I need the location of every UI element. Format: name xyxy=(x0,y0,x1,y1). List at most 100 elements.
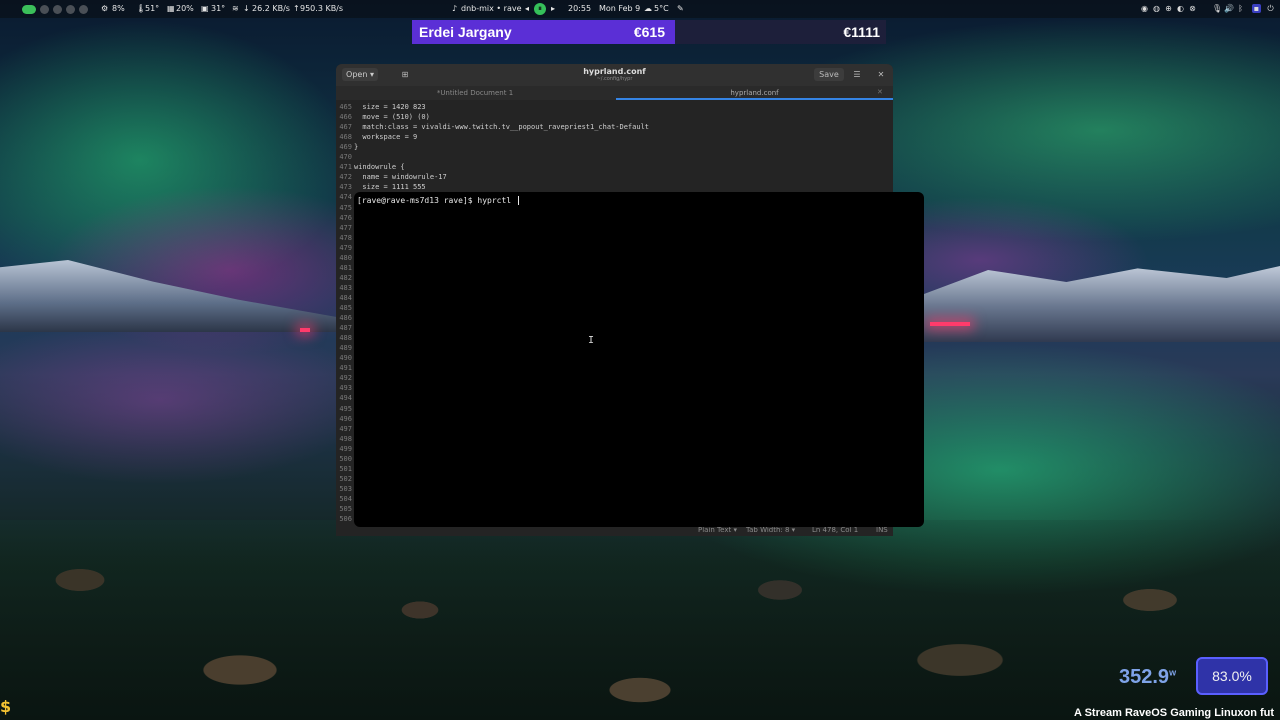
line-number: 473 xyxy=(339,183,352,192)
workspace-indicator[interactable] xyxy=(79,5,88,14)
line-number: 506 xyxy=(339,515,352,524)
save-button[interactable]: Save xyxy=(814,68,844,81)
cpu-usage-box: 83.0% xyxy=(1196,657,1268,695)
line-number: 492 xyxy=(339,374,352,383)
line-number: 475 xyxy=(339,203,352,212)
tab-close-icon[interactable]: ✕ xyxy=(877,88,883,96)
line-number: 486 xyxy=(339,314,352,323)
line-number: 482 xyxy=(339,273,352,282)
clock: 20:55 xyxy=(568,4,592,13)
volume-icon[interactable]: 🔊 xyxy=(1224,4,1234,13)
cpu-temp: 51° xyxy=(145,4,160,13)
tray-app-icon[interactable]: ⊗ xyxy=(1188,4,1197,13)
line-number: 471 xyxy=(339,163,352,172)
line-number: 500 xyxy=(339,454,352,463)
code-line: name = windowrule-17 xyxy=(354,173,447,182)
line-number: 483 xyxy=(339,283,352,292)
wallpaper-mountains-right xyxy=(924,266,1280,342)
tray-app-icon[interactable]: ▪ xyxy=(1252,4,1261,13)
workspace-indicator[interactable] xyxy=(40,5,49,14)
power-icon[interactable]: ⏻ xyxy=(1266,4,1275,13)
arrow-up-icon: ↑ xyxy=(293,4,300,13)
gpu-icon: ▣ xyxy=(201,4,209,13)
line-number: 502 xyxy=(339,474,352,483)
donation-amount: €615 xyxy=(633,24,665,40)
media-title[interactable]: dnb-mix • rave xyxy=(461,4,522,13)
line-number: 503 xyxy=(339,484,352,493)
tab-untitled[interactable]: *Untitled Document 1 xyxy=(336,89,614,97)
line-number: 465 xyxy=(339,103,352,111)
line-number: 501 xyxy=(339,464,352,473)
line-number: 490 xyxy=(339,354,352,363)
tab-width-selector[interactable]: Tab Width: 8 ▾ xyxy=(746,526,795,534)
code-line: size = 1111 555 xyxy=(354,183,426,192)
microphone-icon[interactable]: 🎙 xyxy=(1212,4,1222,13)
code-line: size = 1420 823 xyxy=(354,103,426,111)
line-number: 479 xyxy=(339,243,352,252)
gpu-temp: 31° xyxy=(211,4,226,13)
net-up: 950.3 KB/s xyxy=(300,4,344,13)
dollar-icon: $ xyxy=(0,697,12,716)
weather: 5°C xyxy=(654,4,669,13)
donation-banner: Erdei Jargany €615 €1111 xyxy=(412,20,886,44)
wallpaper-mountains-left xyxy=(0,260,340,332)
wallpaper-light xyxy=(930,322,970,326)
mouse-ibeam-icon: I xyxy=(588,335,595,346)
arrow-down-icon: ↓ xyxy=(243,4,250,13)
editor-tabs: *Untitled Document 1 hyprland.conf ✕ xyxy=(336,86,893,100)
cpu-icon: ⚙ xyxy=(101,4,109,13)
line-number: 495 xyxy=(339,404,352,413)
cursor-position: Ln 478, Col 1 xyxy=(812,526,859,534)
terminal-prompt: [rave@rave-ms7d13 rave]$ hyprctl xyxy=(357,196,516,205)
steam-icon[interactable]: ◐ xyxy=(1176,4,1185,13)
line-number: 505 xyxy=(339,505,352,513)
tray-app-icon[interactable]: ◍ xyxy=(1152,4,1161,13)
top-bar: ⚙ 8% 🌡 51° ▦ 20% ▣ 31° ≋ ↓ 26.2 KB/s ↑ 9… xyxy=(0,0,1280,18)
donation-total-box: €1111 xyxy=(675,20,886,44)
notification-icon[interactable]: ✎ xyxy=(677,4,684,13)
line-number: 466 xyxy=(339,113,352,122)
play-pause-icon[interactable]: ⏸ xyxy=(534,3,546,15)
line-number: 480 xyxy=(339,253,352,262)
tray-app-icon[interactable]: ⊕ xyxy=(1164,4,1173,13)
donation-latest: Erdei Jargany €615 xyxy=(412,20,675,44)
line-number: 488 xyxy=(339,334,352,343)
line-number: 476 xyxy=(339,213,352,222)
weather-icon: ☁ xyxy=(644,4,652,13)
workspace-indicator[interactable] xyxy=(53,5,62,14)
code-line: move = (510) (0) xyxy=(354,113,430,122)
next-icon[interactable]: ▸ xyxy=(551,4,555,13)
terminal-prompt-line[interactable]: [rave@rave-ms7d13 rave]$ hyprctl xyxy=(357,196,519,205)
music-note-icon: ♪ xyxy=(452,4,458,13)
line-number: 504 xyxy=(339,494,352,503)
code-line: workspace = 9 xyxy=(354,133,418,142)
line-number: 494 xyxy=(339,394,352,403)
cpu-percent: 8% xyxy=(112,4,125,13)
discord-icon[interactable]: ◉ xyxy=(1140,4,1149,13)
line-number: 496 xyxy=(339,414,352,423)
line-number: 467 xyxy=(339,123,352,132)
terminal-window[interactable]: [rave@rave-ms7d13 rave]$ hyprctl xyxy=(354,192,924,527)
line-number: 477 xyxy=(339,223,352,232)
tab-hyprland-conf[interactable]: hyprland.conf xyxy=(616,89,893,100)
memory-percent: 20% xyxy=(176,4,194,13)
line-number: 499 xyxy=(339,444,352,453)
donor-name: Erdei Jargany xyxy=(419,24,512,40)
close-icon[interactable]: ✕ xyxy=(874,68,888,81)
line-number: 493 xyxy=(339,384,352,393)
line-number: 489 xyxy=(339,344,352,353)
menu-icon[interactable]: ☰ xyxy=(850,68,864,81)
line-number: 487 xyxy=(339,324,352,333)
code-line: } xyxy=(354,143,359,152)
editor-subtitle: ~/.config/hypr xyxy=(596,76,633,82)
line-number: 497 xyxy=(339,424,352,433)
line-number: 485 xyxy=(339,304,352,312)
net-down: 26.2 KB/s xyxy=(252,4,290,13)
donation-total: €1111 xyxy=(843,24,880,40)
syntax-selector[interactable]: Plain Text ▾ xyxy=(698,526,737,534)
previous-icon[interactable]: ◂ xyxy=(525,4,529,13)
bluetooth-icon[interactable]: ᛒ xyxy=(1236,4,1245,13)
workspace-indicator-active[interactable] xyxy=(22,5,36,14)
code-line: match:class = vivaldi-www.twitch.tv__pop… xyxy=(354,123,650,132)
workspace-indicator[interactable] xyxy=(66,5,75,14)
